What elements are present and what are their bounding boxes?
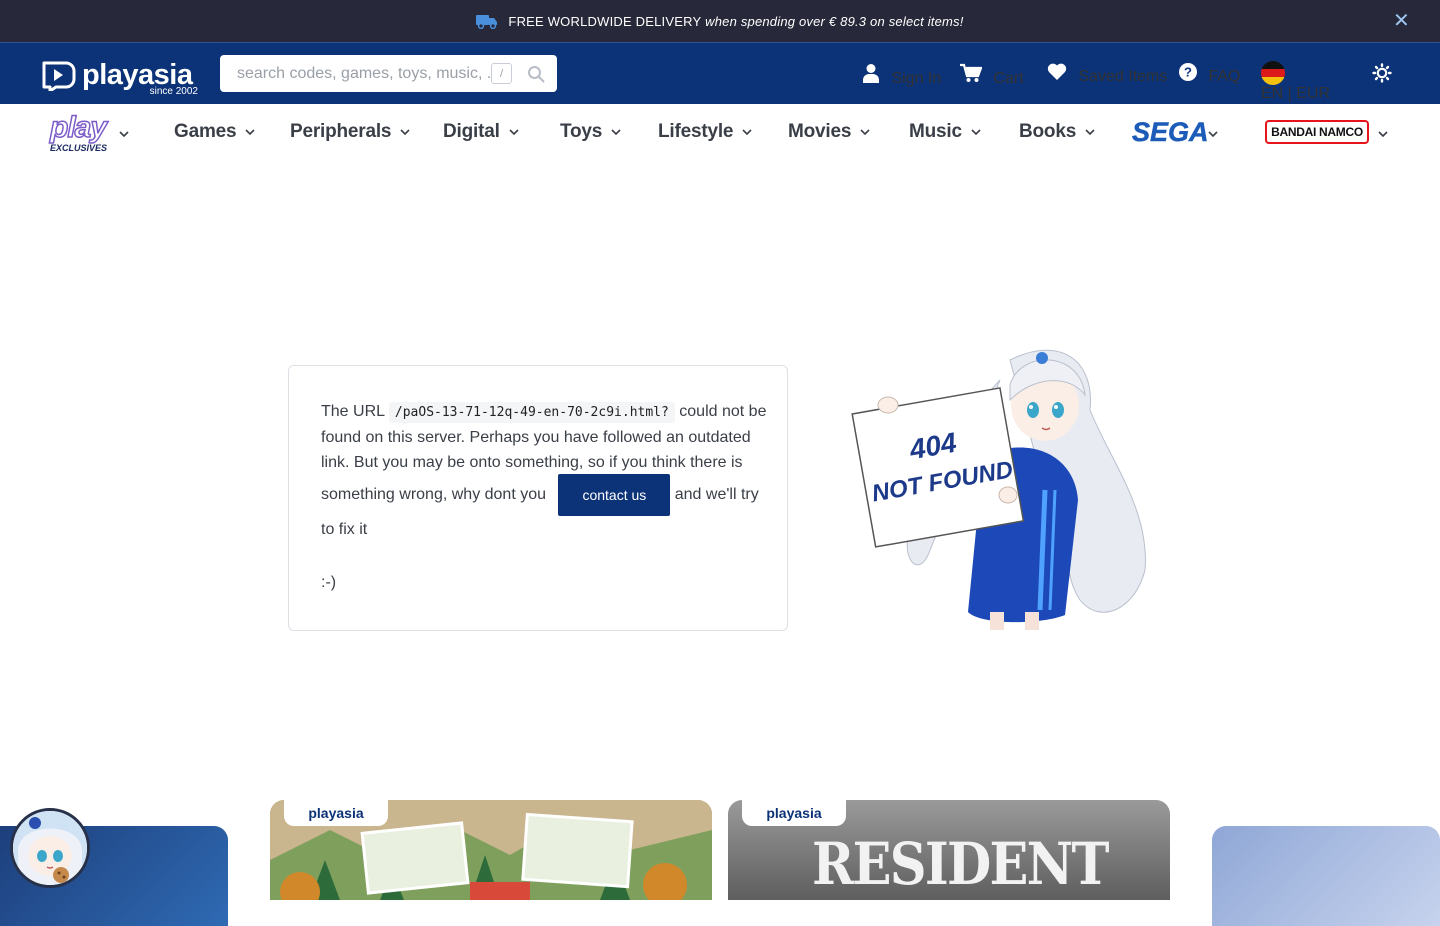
language-currency-selector[interactable]: EN | EUR bbox=[1261, 61, 1330, 103]
chat-assistant-button[interactable] bbox=[10, 808, 90, 888]
play-exclusives-bottom: EXCLUSIVES bbox=[50, 143, 108, 153]
search-input[interactable] bbox=[220, 64, 490, 83]
play-exclusives-top: play bbox=[49, 111, 108, 144]
nav-digital-label: Digital bbox=[443, 121, 500, 142]
error-line-4-post: and we'll try bbox=[674, 486, 759, 503]
nav-sega-logo[interactable]: SEGA bbox=[1132, 117, 1209, 148]
banner-resident-evil[interactable]: playasia RESIDENT EVIL bbox=[728, 800, 1170, 900]
theme-toggle[interactable] bbox=[1372, 63, 1399, 88]
resident-evil-title: RESIDENT EVIL bbox=[812, 830, 1110, 900]
contact-us-button[interactable]: contact us bbox=[558, 474, 671, 516]
delivery-truck-icon bbox=[476, 15, 498, 29]
sun-icon bbox=[1372, 63, 1392, 83]
close-icon[interactable]: ✕ bbox=[1393, 11, 1410, 31]
chevron-down-icon bbox=[860, 129, 870, 135]
nav-movies-label: Movies bbox=[788, 121, 852, 142]
chevron-down-icon[interactable] bbox=[119, 131, 129, 137]
chat-mascot-icon bbox=[13, 811, 87, 885]
banner-game-promo[interactable]: playasia bbox=[270, 800, 712, 900]
sign-in-link[interactable]: Sign In bbox=[862, 63, 941, 88]
svg-text:?: ? bbox=[1184, 65, 1192, 80]
search-shortcut-badge: / bbox=[491, 63, 512, 84]
cart-icon bbox=[960, 63, 983, 82]
search-icon[interactable] bbox=[527, 65, 545, 83]
faq-label: FAQ bbox=[1208, 68, 1241, 85]
chevron-down-icon bbox=[611, 129, 621, 135]
chevron-down-icon bbox=[742, 129, 752, 135]
error-url: /paOS-13-71-12q-49-en-70-2c9i.html? bbox=[388, 402, 675, 423]
sign-in-label: Sign In bbox=[891, 70, 942, 87]
promo-text: when spending over € 89.3 on select item… bbox=[705, 13, 964, 29]
chevron-down-icon bbox=[1085, 129, 1095, 135]
chevron-down-icon bbox=[509, 129, 519, 135]
nav-lifestyle[interactable]: Lifestyle bbox=[658, 121, 752, 143]
chevron-down-icon[interactable] bbox=[1208, 131, 1218, 137]
nav-toys[interactable]: Toys bbox=[560, 121, 621, 143]
error-line-1: The URL /paOS-13-71-12q-49-en-70-2c9i.ht… bbox=[321, 402, 766, 423]
nav-books[interactable]: Books bbox=[1019, 121, 1095, 143]
nav-digital[interactable]: Digital bbox=[443, 121, 519, 143]
nav-music[interactable]: Music bbox=[909, 121, 981, 143]
chevron-down-icon bbox=[971, 129, 981, 135]
nav-toys-label: Toys bbox=[560, 121, 603, 142]
playasia-tag: playasia bbox=[284, 800, 388, 826]
search-box: / bbox=[220, 55, 557, 92]
promo-text-caps: FREE WORLDWIDE DELIVERY bbox=[508, 13, 702, 29]
faq-link[interactable]: ? FAQ bbox=[1179, 63, 1240, 86]
error-smile: :-) bbox=[321, 574, 337, 591]
user-icon bbox=[863, 64, 879, 83]
category-nav: play EXCLUSIVES Games Peripherals Digita… bbox=[0, 104, 1440, 162]
nav-games-label: Games bbox=[174, 121, 237, 142]
error-pre-url: The URL bbox=[321, 403, 385, 420]
nav-peripherals-label: Peripherals bbox=[290, 121, 392, 142]
nav-lifestyle-label: Lifestyle bbox=[658, 121, 734, 142]
saved-items-label: Saved Items bbox=[1078, 68, 1168, 85]
heart-icon bbox=[1047, 63, 1067, 80]
play-exclusives-logo[interactable]: play EXCLUSIVES bbox=[49, 111, 112, 154]
nav-books-label: Books bbox=[1019, 121, 1077, 142]
nav-movies[interactable]: Movies bbox=[788, 121, 870, 143]
nav-games[interactable]: Games bbox=[174, 121, 255, 143]
cart-link[interactable]: Cart bbox=[960, 63, 1024, 88]
chevron-down-icon bbox=[245, 129, 255, 135]
chevron-down-icon[interactable] bbox=[1378, 131, 1388, 137]
saved-items-link[interactable]: Saved Items bbox=[1047, 63, 1167, 86]
site-header: playasia since 2002 / Sign In Cart Saved… bbox=[0, 42, 1440, 104]
playasia-logo-icon bbox=[42, 61, 76, 91]
germany-flag-icon bbox=[1261, 61, 1285, 85]
language-currency-label: EN | EUR bbox=[1261, 85, 1331, 102]
error-line-4: something wrong, why dont you contact us… bbox=[321, 474, 759, 516]
playasia-tag: playasia bbox=[742, 800, 846, 826]
error-after-url: could not be bbox=[679, 403, 767, 420]
error-line-2: found on this server. Perhaps you have f… bbox=[321, 429, 751, 446]
error-line-5: to fix it bbox=[321, 521, 368, 538]
cart-label: Cart bbox=[993, 70, 1024, 87]
playasia-logo[interactable]: playasia since 2002 bbox=[40, 55, 200, 97]
mascot-404-illustration: 404 NOT FOUND bbox=[851, 349, 1146, 630]
logo-since: since 2002 bbox=[149, 86, 198, 97]
error-line-4-pre: something wrong, why dont you bbox=[321, 486, 547, 503]
error-line-3: link. But you may be onto something, so … bbox=[321, 454, 743, 471]
promo-bar: FREE WORLDWIDE DELIVERY when spending ov… bbox=[0, 0, 1440, 42]
nav-bandai-namco-logo[interactable]: BANDAI NAMCO bbox=[1265, 120, 1369, 144]
help-icon: ? bbox=[1179, 63, 1197, 81]
nav-music-label: Music bbox=[909, 121, 962, 142]
chevron-down-icon bbox=[400, 129, 410, 135]
nav-peripherals[interactable]: Peripherals bbox=[290, 121, 410, 143]
banner-right-partial[interactable] bbox=[1212, 826, 1440, 926]
error-card: The URL /paOS-13-71-12q-49-en-70-2c9i.ht… bbox=[288, 365, 788, 631]
